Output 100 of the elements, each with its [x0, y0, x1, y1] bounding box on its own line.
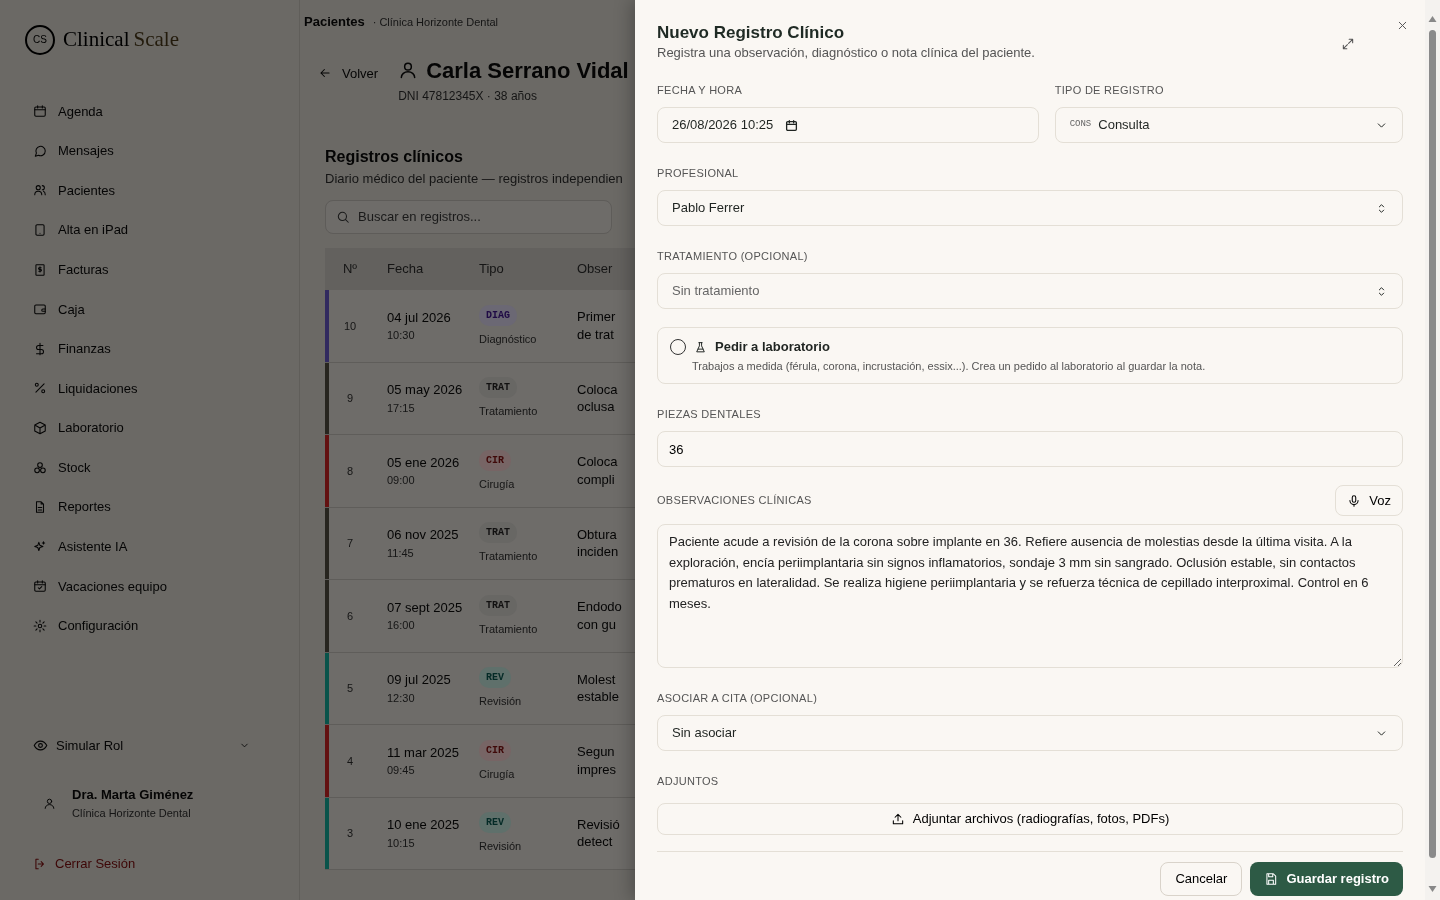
logo-text: Clinical: [63, 26, 130, 53]
nav-item[interactable]: Caja: [25, 289, 275, 330]
tablet-icon: [33, 223, 47, 238]
nav-item[interactable]: Laboratorio: [25, 408, 275, 448]
record-date: 05 ene 2026: [387, 453, 461, 472]
column-header: Tipo: [479, 260, 504, 279]
professional-select[interactable]: Pablo Ferrer: [657, 190, 1403, 226]
option-description: Trabajos a medida (férula, corona, incrustación, essix...). Crea un pedido al laboratorio al guardar la nota.: [692, 359, 1207, 373]
record-date: 04 jul 2026: [387, 308, 452, 327]
logo-mark: CS: [25, 24, 55, 55]
chat-bubble-icon: [33, 143, 47, 158]
nav-item[interactable]: Agenda: [25, 91, 275, 132]
cube-icon: [33, 421, 47, 436]
record-date: 06 nov 2025: [387, 526, 460, 545]
row-number: 8: [346, 463, 354, 479]
record-time: 12:30: [387, 690, 416, 706]
section-title: Registros clínicos: [325, 146, 464, 167]
calendar-icon: [33, 104, 47, 119]
observation-text: Primer de trat: [577, 308, 616, 344]
date-field[interactable]: 26/08/2026 10:25: [657, 107, 1039, 143]
row-number: 9: [346, 391, 354, 406]
field-label: PROFESIONAL: [657, 167, 740, 180]
logout-icon: [33, 857, 47, 872]
user-name: Dra. Marta Giménez: [72, 786, 194, 805]
nav-item[interactable]: Stock: [25, 447, 275, 488]
clinic-name: Clínica Horizonte Dental: [72, 805, 192, 821]
observation-text: Endodo con gu: [577, 598, 622, 634]
scrollbar[interactable]: [1425, 0, 1440, 900]
field-label: ASOCIAR A CITA (OPCIONAL): [657, 692, 819, 705]
people-icon: [33, 183, 47, 198]
observation-text: Obtura inciden: [577, 525, 619, 561]
logout-link[interactable]: Cerrar Sesión: [33, 854, 299, 874]
section-subtitle: Diario médico del paciente — registros independien: [325, 169, 624, 188]
dialog-title: Nuevo Registro Clínico: [657, 22, 845, 44]
record-date: 10 ene 2025: [387, 816, 461, 835]
record-time: 10:30: [387, 328, 416, 344]
row-number: 3: [346, 826, 354, 841]
nav-item[interactable]: Pacientes: [25, 170, 275, 211]
record-date: 09 jul 2025: [387, 671, 452, 690]
record-time: 10:15: [387, 835, 416, 851]
expand-icon: [1341, 36, 1355, 51]
nav-item[interactable]: Vacaciones equipo: [25, 566, 275, 607]
attach-button[interactable]: Adjuntar archivos (radiografías, fotos, PDFs): [657, 803, 1403, 835]
row-number: 7: [346, 536, 354, 551]
voice-button[interactable]: Voz: [1335, 485, 1403, 516]
sparkle-icon: [33, 539, 47, 554]
patient-name: Carla Serrano Vidal: [426, 56, 629, 85]
observation-text: Molest estable: [577, 670, 619, 706]
type-badge: DIAG: [479, 304, 517, 326]
search-field[interactable]: Buscar en registros...: [325, 200, 612, 234]
nav-item[interactable]: Liquidaciones: [25, 368, 275, 409]
type-select[interactable]: CONS Consulta: [1054, 107, 1403, 143]
type-label: Cirugía: [479, 766, 515, 782]
field-label: TIPO DE REGISTRO: [1054, 84, 1165, 97]
save-button[interactable]: Guardar registro: [1250, 862, 1403, 896]
cancel-button[interactable]: Cancelar: [1160, 862, 1243, 896]
dollar-icon: [33, 341, 47, 356]
row-number: 6: [346, 608, 354, 624]
flask-icon: [694, 340, 707, 354]
search-icon: [336, 210, 350, 224]
document-icon: [33, 500, 47, 515]
record-time: 17:15: [387, 400, 416, 416]
column-header: Fecha: [387, 260, 425, 279]
role-dropdown[interactable]: Simular Rol: [25, 735, 250, 756]
nav-item[interactable]: Alta en iPad: [25, 210, 275, 250]
type-label: Tratamiento: [479, 404, 538, 419]
patient-details: DNI 47812345X · 38 años: [398, 87, 538, 105]
boxes-icon: [33, 460, 47, 475]
type-label: Revisión: [479, 839, 522, 854]
row-number: 4: [346, 753, 354, 769]
record-date: 05 may 2026: [387, 381, 464, 400]
nav-item[interactable]: Facturas: [25, 249, 275, 290]
nav-item[interactable]: Configuración: [25, 606, 275, 646]
type-badge: TRAT: [479, 522, 517, 543]
breadcrumb-item[interactable]: Pacientes: [304, 12, 365, 32]
back-button[interactable]: Volver: [314, 57, 383, 89]
type-label: Revisión: [479, 694, 522, 709]
field-label: TRATAMIENTO (OPCIONAL): [657, 250, 809, 263]
type-code: CONS: [1069, 118, 1092, 132]
field-label: ADJUNTOS: [657, 775, 720, 788]
invoice-icon: [33, 262, 47, 277]
nav-item[interactable]: Mensajes: [25, 131, 275, 171]
type-badge: CIR: [479, 739, 511, 761]
column-header: Obser: [577, 260, 613, 278]
nav-item[interactable]: Finanzas: [25, 329, 275, 369]
observation-text: Coloca compli: [577, 453, 618, 489]
field-label: FECHA Y HORA: [657, 84, 744, 97]
dialog-subtitle: Registra una observación, diagnóstico o nota clínica del paciente.: [657, 44, 1036, 62]
microphone-icon: [1347, 493, 1362, 508]
treatment-select[interactable]: Sin tratamiento: [657, 273, 1403, 309]
row-number: 5: [346, 681, 354, 696]
nav-item[interactable]: Asistente IA: [25, 527, 275, 567]
appointment-select[interactable]: Sin asociar: [657, 715, 1403, 751]
teeth-input[interactable]: 36: [657, 431, 1403, 467]
user-icon: [43, 796, 56, 810]
type-label: Cirugía: [479, 476, 515, 492]
nav-item[interactable]: Reportes: [25, 487, 275, 528]
logo-text: Scale: [133, 26, 179, 53]
record-time: 11:45: [387, 545, 415, 561]
observations-textarea[interactable]: Paciente acude a revisión de la corona sobre implante en 36. Refiere ausencia de molestias desde la última visita. A la exploración, encía periimplantaria sin signos inflamatorios, sondaje 3 mm sin sangrado. Oclusión estable, sin contactos prematuros en lateralidad. Se realiza higiene periimplantaria y se refuerza técnica de cepillado interproximal. Control en 6 meses.: [657, 524, 1403, 668]
